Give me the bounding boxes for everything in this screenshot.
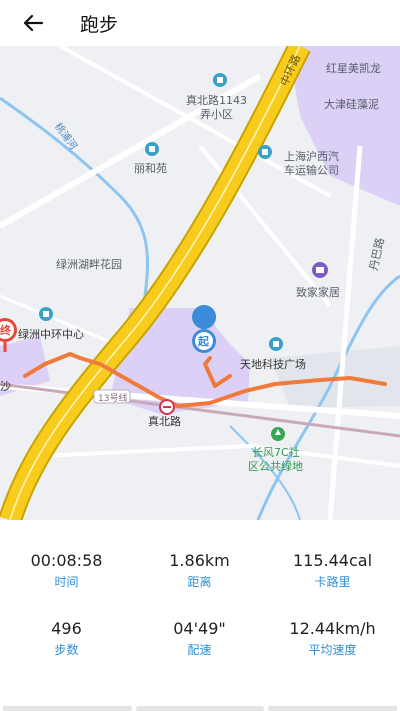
stat-value: 496 [51, 619, 82, 638]
poi-lihe: 丽和苑 [134, 162, 167, 175]
poi-lvzhou-zx: 绿洲中环中心 [18, 328, 84, 341]
poi-tiandi: 天地科技广场 [240, 358, 306, 371]
stat-label: 距离 [187, 575, 212, 589]
metro-icon [159, 399, 175, 415]
stat-avg-speed: 12.44km/h 平均速度 [266, 619, 399, 658]
park-icon [271, 427, 285, 441]
poi-pin-icon [258, 145, 272, 159]
poi-zhenbei-line2: 弄小区 [200, 108, 233, 121]
route-map[interactable]: 中环路 红星美凯龙 大津硅藻泥 真北路1143 弄小区 丽和苑 上海沪西汽 车运… [0, 46, 400, 520]
page-title: 跑步 [80, 14, 119, 36]
stat-pace: 04'49" 配速 [133, 619, 266, 658]
back-button[interactable] [18, 8, 48, 38]
poi-dajin: 大津硅藻泥 [324, 98, 379, 111]
poi-shanghai-hx-line2: 车运输公司 [284, 164, 339, 177]
stat-value: 04'49" [173, 619, 226, 638]
stat-value: 12.44km/h [289, 619, 376, 638]
stat-value: 00:08:58 [30, 551, 103, 570]
metro-line-label: 13号线 [98, 394, 128, 404]
poi-hongxing: 红星美凯龙 [326, 62, 381, 75]
stat-distance: 1.86km 距离 [133, 551, 266, 590]
end-marker-label: 终 [0, 324, 11, 337]
start-marker-label: 起 [198, 335, 209, 348]
stat-value: 1.86km [169, 551, 230, 570]
station-label: 真北路 [148, 415, 181, 428]
poi-zhijia: 致家家居 [296, 286, 340, 299]
stat-steps: 496 步数 [0, 619, 133, 658]
arrow-left-icon [23, 14, 44, 32]
run-stats-panel: 00:08:58 时间 1.86km 距离 115.44cal 卡路里 496 … [0, 520, 400, 711]
stat-value: 115.44cal [292, 551, 373, 570]
park-changfeng-line2: 区公共绿地 [248, 460, 303, 473]
bottom-divider [0, 706, 400, 711]
poi-pin-icon [145, 142, 159, 156]
poi-pin-icon [39, 307, 53, 321]
stat-label: 平均速度 [308, 643, 357, 657]
divider-segment [3, 706, 132, 711]
road-label-sha: 沙 [0, 380, 11, 393]
stat-label: 卡路里 [314, 575, 351, 589]
app-header: 跑步 [0, 0, 400, 46]
shop-icon [312, 262, 328, 278]
stat-time: 00:08:58 时间 [0, 551, 133, 590]
stat-label: 步数 [54, 643, 79, 657]
divider-segment [135, 706, 265, 711]
poi-pin-icon [213, 73, 227, 87]
stat-label: 配速 [187, 643, 212, 657]
divider-segment [268, 706, 398, 711]
stat-label: 时间 [54, 575, 79, 589]
road [39, 443, 400, 468]
poi-lvzhou-hu: 绿洲湖畔花园 [56, 258, 122, 271]
poi-pin-icon [269, 337, 283, 351]
stat-calories: 115.44cal 卡路里 [266, 551, 399, 590]
